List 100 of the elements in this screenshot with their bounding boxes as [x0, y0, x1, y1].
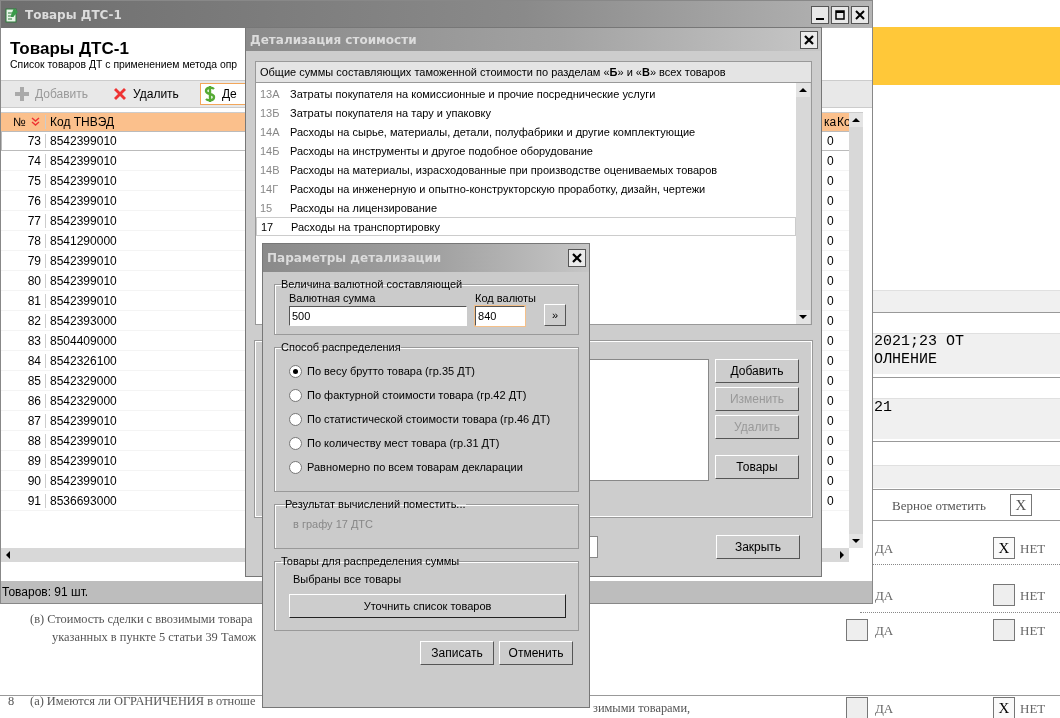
scroll-down-icon[interactable]	[849, 534, 863, 548]
picker-button[interactable]: »	[544, 304, 566, 326]
maximize-icon	[835, 9, 845, 20]
sort-icon	[30, 116, 40, 128]
yes-label: ДА	[875, 541, 894, 557]
group-title: Результат вычислений поместить...	[285, 498, 466, 510]
checkbox[interactable]	[993, 619, 1015, 641]
no-label: НЕТ	[1020, 623, 1046, 639]
table-cell: 0	[827, 333, 834, 348]
table-cell: 0	[827, 473, 834, 488]
paragraph-text: указанных в пункте 5 статьи 39 Тамож	[52, 630, 256, 645]
column-header[interactable]: №	[1, 115, 45, 129]
document-icon	[5, 6, 19, 23]
close-button[interactable]	[800, 30, 818, 49]
table-cell: 0	[827, 313, 834, 328]
currency-field[interactable]: 840	[475, 306, 526, 326]
status-text: Товаров: 91 шт.	[2, 585, 89, 599]
table-cell: 0	[827, 133, 834, 148]
list-caption: Общие суммы составляющих таможенной стоимости по разделам «Б» и «В» всех товаров	[255, 61, 812, 83]
scroll-up-icon[interactable]	[796, 83, 810, 97]
scrollbar[interactable]	[849, 113, 863, 548]
row-number: 77	[26, 213, 42, 228]
list-item[interactable]: 13Б Затраты покупателя на тару и упаковку	[256, 103, 796, 122]
yes-label: ДА	[875, 623, 894, 639]
table-cell: 0	[827, 273, 834, 288]
list-item[interactable]: 13А Затраты покупателя на комиссионные и прочие посреднические услуги	[256, 84, 796, 103]
row-number: 90	[26, 473, 42, 488]
window-title: Детализация стоимости	[250, 32, 417, 47]
row-number: 91	[26, 493, 42, 508]
selection-text: Выбраны все товары	[292, 573, 403, 585]
radio-button[interactable]	[289, 412, 302, 426]
group-title: Величина валютной составляющей	[281, 278, 463, 290]
checkbox[interactable]: X	[993, 697, 1015, 718]
table-cell: 0	[827, 253, 834, 268]
checkbox[interactable]	[846, 697, 868, 718]
table-cell: 0	[827, 353, 834, 368]
reference-text: 21	[874, 399, 892, 416]
no-label: НЕТ	[1020, 588, 1046, 604]
refine-button[interactable]: Уточнить список товаров	[289, 594, 566, 618]
scrollbar[interactable]	[796, 83, 811, 324]
window-title: Параметры детализации	[267, 251, 442, 265]
radio-button[interactable]	[289, 436, 302, 450]
radio-button[interactable]	[289, 460, 302, 474]
dialog-button[interactable]: Добавить	[715, 359, 799, 383]
sample-mark: X	[1010, 494, 1032, 516]
checkbox[interactable]: X	[993, 537, 1015, 559]
paragraph-text: (а) Имеются ли ОГРАНИЧЕНИЯ в отноше	[30, 694, 256, 709]
row-number: 78	[26, 233, 42, 248]
close-icon	[855, 9, 865, 20]
minimize-button[interactable]	[811, 5, 829, 24]
field-label: Валютная сумма	[289, 292, 377, 304]
close-button[interactable]	[568, 249, 586, 267]
checkbox[interactable]	[993, 584, 1015, 606]
table-cell: 0	[827, 213, 834, 228]
item-number: 8	[8, 694, 15, 709]
plus-icon	[14, 86, 30, 102]
page-heading: Товары ДТС-1	[10, 39, 129, 59]
dialog-button[interactable]: Отменить	[499, 641, 573, 665]
row-number: 73	[26, 133, 42, 148]
dialog-button[interactable]: Товары	[715, 455, 799, 479]
option-label[interactable]: По количеству мест товара (гр.31 ДТ)	[307, 437, 500, 449]
toolbar-button[interactable]: Удалить	[109, 83, 196, 105]
list-item[interactable]: 17 Расходы на транспортировку	[256, 217, 796, 236]
table-cell: 0	[827, 153, 834, 168]
close-icon	[804, 34, 814, 45]
checkbox[interactable]	[846, 619, 868, 641]
row-number: 89	[26, 453, 42, 468]
option-label[interactable]: По статистической стоимости товара (гр.46 ДТ)	[307, 413, 551, 425]
result-text: в графу 17 ДТС	[293, 518, 374, 530]
page-subtitle: Список товаров ДТ с применением метода опр	[10, 59, 238, 70]
amount-field[interactable]: 500	[289, 306, 468, 326]
paragraph-text: (в) Стоимость сделки с ввозимыми товара	[30, 612, 253, 627]
table-cell: 0	[827, 173, 834, 188]
row-number: 76	[26, 193, 42, 208]
yes-label: ДА	[875, 701, 894, 717]
table-cell: 0	[827, 393, 834, 408]
close-icon	[572, 253, 582, 263]
row-number: 75	[26, 173, 42, 188]
yes-label: ДА	[875, 588, 894, 604]
no-label: НЕТ	[1020, 541, 1046, 557]
group-title: Товары для распределения суммы	[281, 555, 460, 567]
row-number: 81	[26, 293, 42, 308]
dollar-icon	[202, 85, 217, 103]
no-label: НЕТ	[1020, 701, 1046, 717]
radio-button[interactable]	[289, 364, 302, 378]
maximize-button[interactable]	[831, 5, 849, 24]
close-button[interactable]: Закрыть	[716, 535, 800, 559]
column-header[interactable]: ка	[824, 115, 837, 129]
table-cell: 0	[827, 413, 834, 428]
table-cell: 0	[827, 193, 834, 208]
row-number: 83	[26, 333, 42, 348]
close-button[interactable]	[851, 5, 869, 24]
dialog-button[interactable]: Записать	[420, 641, 494, 665]
table-cell: 0	[827, 373, 834, 388]
table-cell: 0	[827, 433, 834, 448]
window-title: Товары ДТС-1	[25, 7, 122, 22]
scroll-down-icon[interactable]	[796, 310, 810, 324]
scroll-up-icon[interactable]	[849, 113, 863, 127]
row-number: 86	[26, 393, 42, 408]
radio-button[interactable]	[289, 388, 302, 402]
